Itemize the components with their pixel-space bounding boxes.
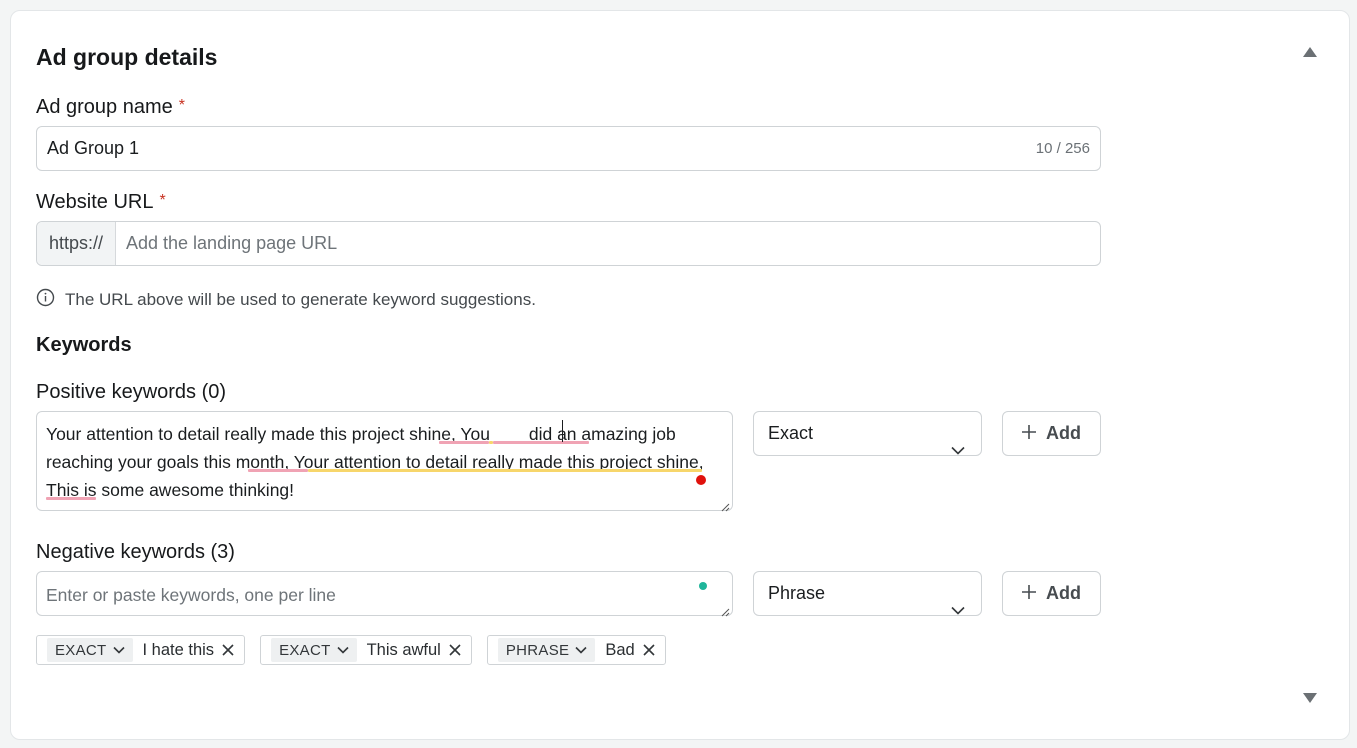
negative-match-type-value: Phrase <box>768 583 826 603</box>
negative-keywords-textarea-box[interactable] <box>36 571 733 617</box>
chip-keyword-text: This awful <box>366 640 441 659</box>
collapse-triangle-up-icon[interactable] <box>1303 47 1317 57</box>
chevron-down-icon <box>337 646 349 654</box>
spellcheck-underline <box>248 469 308 472</box>
section-title: Ad group details <box>36 44 218 70</box>
negative-keyword-chips: EXACT I hate this EXACT This awful PHRAS… <box>36 635 666 665</box>
text-caret <box>562 420 563 442</box>
keywords-heading: Keywords <box>36 334 132 356</box>
chip-match-type-dropdown[interactable]: EXACT <box>271 638 357 662</box>
resize-handle-icon[interactable] <box>721 499 730 512</box>
plus-icon <box>1022 423 1036 444</box>
close-icon[interactable] <box>222 644 234 656</box>
ad-group-details-card: Ad group details Ad group name * 10 / 256… <box>10 10 1350 740</box>
status-dot-red <box>696 475 706 485</box>
website-url-label-text: Website URL <box>36 191 154 213</box>
chevron-down-icon <box>112 646 125 654</box>
negative-match-type-select[interactable]: Phrase <box>753 571 982 616</box>
ad-group-name-field[interactable]: 10 / 256 <box>36 126 1101 171</box>
positive-match-type-value: Exact <box>768 423 814 443</box>
chip-match-type-dropdown[interactable]: EXACT <box>47 638 133 662</box>
add-positive-keywords-button[interactable]: Add <box>1002 411 1101 456</box>
scroll-triangle-down-icon[interactable] <box>1303 693 1317 703</box>
keyword-chip: EXACT This awful <box>260 635 472 665</box>
add-button-label: Add <box>1046 423 1081 443</box>
chevron-down-icon <box>951 588 965 631</box>
chip-keyword-text: Bad <box>605 640 635 659</box>
website-url-input[interactable] <box>126 222 1086 265</box>
spellcheck-underline <box>493 441 589 444</box>
resize-handle-icon[interactable] <box>721 604 730 617</box>
status-dot-teal <box>699 582 707 590</box>
info-text: The URL above will be used to generate k… <box>65 290 536 309</box>
ad-group-name-label: Ad group name * <box>36 96 185 119</box>
url-info-note: The URL above will be used to generate k… <box>36 288 536 312</box>
chevron-down-icon <box>575 646 587 654</box>
chip-match-type: EXACT <box>279 641 331 659</box>
chip-match-type: EXACT <box>55 641 107 659</box>
positive-keywords-textarea[interactable]: Your attention to detail really made thi… <box>46 420 724 506</box>
add-negative-keywords-button[interactable]: Add <box>1002 571 1101 616</box>
positive-keywords-label: Positive keywords (0) <box>36 381 227 403</box>
ad-group-name-label-text: Ad group name <box>36 96 173 118</box>
website-url-label: Website URL * <box>36 191 166 214</box>
chip-match-type: PHRASE <box>505 641 570 659</box>
negative-keywords-textarea[interactable] <box>46 581 724 611</box>
close-icon[interactable] <box>449 644 461 656</box>
required-asterisk: * <box>178 97 185 114</box>
chip-match-type-dropdown[interactable]: PHRASE <box>497 638 596 662</box>
close-icon[interactable] <box>643 644 655 656</box>
website-url-field[interactable]: https:// <box>36 221 1101 266</box>
positive-keywords-textarea-box[interactable]: Your attention to detail really made thi… <box>36 411 733 512</box>
chevron-down-icon <box>951 428 965 471</box>
spellcheck-underline <box>439 441 489 444</box>
info-circle-icon <box>36 288 55 312</box>
character-counter: 10 / 256 <box>1035 140 1090 157</box>
keyword-chip: EXACT I hate this <box>36 635 246 665</box>
positive-match-type-select[interactable]: Exact <box>753 411 982 456</box>
ad-group-name-input[interactable] <box>47 127 1007 170</box>
negative-keywords-label: Negative keywords (3) <box>36 541 235 563</box>
url-prefix: https:// <box>37 222 116 265</box>
keyword-chip: PHRASE Bad <box>486 635 666 665</box>
grammar-underline <box>308 469 702 472</box>
spellcheck-underline <box>46 497 96 500</box>
required-asterisk: * <box>159 192 166 209</box>
plus-icon <box>1022 583 1036 604</box>
chip-keyword-text: I hate this <box>142 640 215 659</box>
add-button-label: Add <box>1046 583 1081 603</box>
